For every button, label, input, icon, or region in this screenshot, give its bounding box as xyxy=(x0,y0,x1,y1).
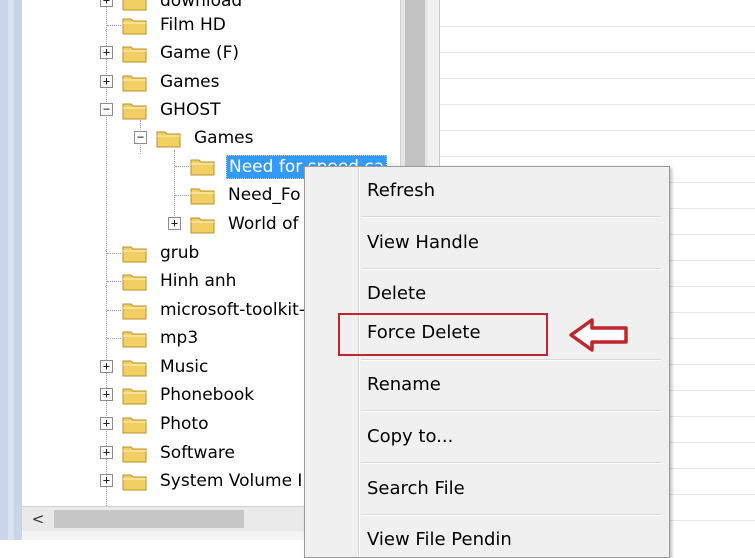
expand-plus-icon[interactable]: + xyxy=(100,474,113,487)
window-edge-highlight xyxy=(8,0,14,540)
tree-row[interactable]: Film HD xyxy=(22,12,400,40)
list-gridline xyxy=(440,52,755,53)
folder-icon xyxy=(122,274,147,291)
tree-guide-line xyxy=(107,338,121,339)
expand-plus-icon[interactable]: + xyxy=(100,360,113,373)
window-edge xyxy=(0,0,23,540)
expand-plus-icon[interactable]: + xyxy=(168,217,181,230)
menu-separator xyxy=(361,410,661,412)
folder-icon xyxy=(122,0,147,11)
folder-icon xyxy=(122,303,147,320)
folder-icon xyxy=(122,388,147,405)
tree-item-label: Software xyxy=(160,443,235,463)
list-gridline xyxy=(440,156,755,157)
menu-separator xyxy=(361,462,661,464)
list-gridline xyxy=(440,130,755,131)
tree-guide-line xyxy=(107,253,121,254)
tree-item-label: Hinh anh xyxy=(160,271,237,291)
folder-icon xyxy=(122,474,147,491)
menu-item-view-file-pending[interactable]: View File Pendin xyxy=(367,525,657,555)
folder-icon xyxy=(122,46,147,63)
tree-item-label: Photo xyxy=(160,414,209,434)
tree-item-label: World of xyxy=(228,214,299,234)
folder-icon xyxy=(122,417,147,434)
tree-row[interactable]: − Games xyxy=(22,125,400,153)
folder-icon xyxy=(190,159,215,176)
context-menu[interactable]: Refresh View Handle Delete Force Delete … xyxy=(304,166,670,558)
tree-item-label: Phonebook xyxy=(160,385,255,405)
tree-item-label: Music xyxy=(160,357,209,377)
folder-open-icon xyxy=(156,131,181,148)
tree-item-label: Games xyxy=(160,72,220,92)
annotation-highlight-box xyxy=(338,313,548,356)
folder-icon xyxy=(122,246,147,263)
menu-item-rename[interactable]: Rename xyxy=(367,370,657,400)
folder-icon xyxy=(122,75,147,92)
folder-icon xyxy=(122,360,147,377)
list-gridline xyxy=(440,78,755,79)
tree-item-label: mp3 xyxy=(160,328,199,348)
tree-item-label: Game (F) xyxy=(160,43,240,63)
menu-item-delete[interactable]: Delete xyxy=(367,279,657,309)
tree-guide-line xyxy=(175,166,189,167)
expand-plus-icon[interactable]: + xyxy=(100,417,113,430)
menu-gutter-divider xyxy=(359,167,360,557)
tree-guide-line xyxy=(175,195,189,196)
tree-item-label: Film HD xyxy=(160,15,226,35)
menu-item-copy-to[interactable]: Copy to... xyxy=(367,422,657,452)
left-arrow-icon xyxy=(569,318,628,352)
menu-separator xyxy=(361,268,661,270)
menu-item-search-file[interactable]: Search File xyxy=(367,474,657,504)
horizontal-scroll-thumb[interactable] xyxy=(54,510,244,528)
menu-separator xyxy=(361,216,661,218)
menu-separator xyxy=(361,514,661,516)
menu-item-view-handle[interactable]: View Handle xyxy=(367,228,657,258)
menu-separator xyxy=(361,359,661,361)
expand-plus-icon[interactable]: + xyxy=(100,75,113,88)
tree-item-label: Games xyxy=(194,128,254,148)
vertical-scroll-thumb[interactable] xyxy=(405,0,425,170)
tree-guide-line xyxy=(107,281,121,282)
expand-plus-icon[interactable]: + xyxy=(100,46,113,59)
tree-item-label: download xyxy=(160,0,243,11)
expand-plus-icon[interactable]: + xyxy=(100,0,113,7)
tree-item-label: System Volume I xyxy=(160,471,303,491)
collapse-minus-icon[interactable]: − xyxy=(100,103,113,116)
folder-icon xyxy=(190,217,215,234)
tree-guide-line xyxy=(107,310,121,311)
folder-open-icon xyxy=(122,103,147,120)
folder-icon xyxy=(122,331,147,348)
tree-item-label: GHOST xyxy=(160,100,221,120)
tree-row[interactable]: + Game (F) xyxy=(22,40,400,68)
expand-plus-icon[interactable]: + xyxy=(100,388,113,401)
tree-item-label: Need_Fo xyxy=(228,185,301,205)
scroll-left-icon[interactable]: < xyxy=(28,508,48,530)
tree-row[interactable]: − GHOST xyxy=(22,97,400,125)
tree-item-label: microsoft-toolkit- xyxy=(160,300,305,320)
folder-icon xyxy=(190,188,215,205)
menu-item-refresh[interactable]: Refresh xyxy=(367,176,657,206)
expand-plus-icon[interactable]: + xyxy=(100,446,113,459)
tree-guide-line xyxy=(107,25,121,26)
list-gridline xyxy=(440,26,755,27)
list-gridline xyxy=(440,104,755,105)
collapse-minus-icon[interactable]: − xyxy=(134,131,147,144)
folder-icon xyxy=(122,446,147,463)
tree-item-label: grub xyxy=(160,243,200,263)
tree-row[interactable]: + Games xyxy=(22,69,400,97)
folder-icon xyxy=(122,18,147,35)
